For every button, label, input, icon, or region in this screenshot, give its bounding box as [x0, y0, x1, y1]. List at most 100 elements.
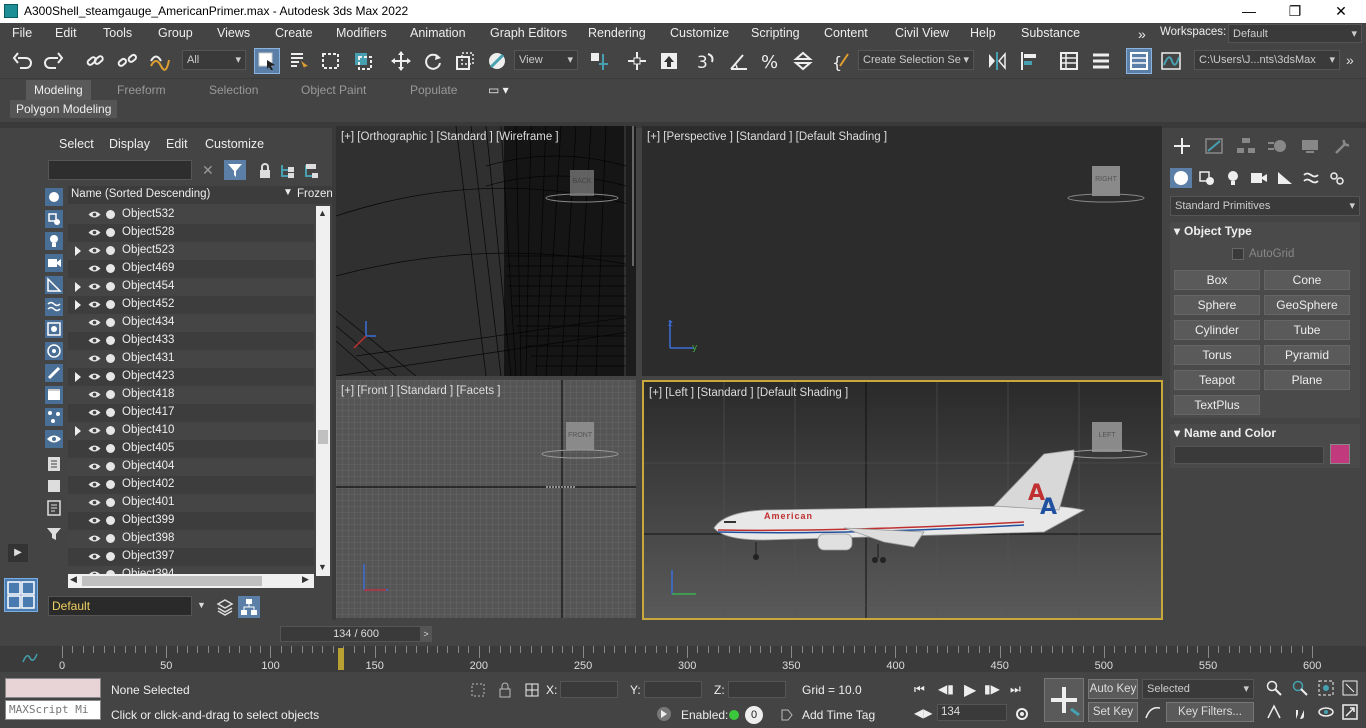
cylinder-button[interactable]: Cylinder	[1174, 320, 1260, 340]
select-object-icon[interactable]	[254, 48, 280, 74]
visibility-eye-icon[interactable]	[88, 462, 101, 471]
unlink-icon[interactable]	[114, 48, 140, 74]
viewcube-front-label[interactable]: FRONT	[568, 432, 592, 439]
place-icon[interactable]	[484, 48, 510, 74]
time-configuration-icon[interactable]	[1014, 706, 1030, 722]
selection-filter-dropdown[interactable]: All	[182, 50, 246, 70]
display-lights-icon[interactable]	[45, 232, 63, 250]
name-and-color-rollout-header[interactable]: ▾ Name and Color	[1174, 426, 1360, 446]
pan-view-icon[interactable]	[1292, 704, 1308, 720]
cameras-category-icon[interactable]	[1250, 170, 1268, 186]
sort-by-layer-icon[interactable]	[216, 598, 234, 616]
display-xrefs-icon[interactable]	[45, 342, 63, 360]
project-folder-dropdown[interactable]: C:\Users\J...nts\3dsMax	[1194, 50, 1340, 70]
ribbon-tab-object-paint[interactable]: Object Paint	[301, 83, 366, 97]
zoom-icon[interactable]	[1266, 680, 1282, 696]
maxscript-listener-pink[interactable]	[5, 678, 101, 698]
render-toggle-icon[interactable]	[106, 264, 115, 273]
align-icon[interactable]	[1016, 48, 1042, 74]
auto-key-button[interactable]: Auto Key	[1088, 679, 1138, 699]
list-item[interactable]: Object397	[68, 548, 314, 566]
explorer-menu-select[interactable]: Select	[59, 137, 94, 151]
list-item[interactable]: Object528	[68, 224, 314, 242]
undo-icon[interactable]	[10, 48, 36, 74]
modify-tab-icon[interactable]	[1202, 136, 1226, 156]
display-space-warps-icon[interactable]	[45, 298, 63, 316]
percent-snap-icon[interactable]: %	[758, 48, 784, 74]
display-influences-icon[interactable]	[46, 478, 62, 494]
visibility-eye-icon[interactable]	[88, 516, 101, 525]
geometry-category-icon[interactable]	[1170, 168, 1192, 188]
cone-button[interactable]: Cone	[1264, 270, 1350, 290]
overflow-chevron-icon[interactable]: »	[1138, 26, 1146, 42]
explorer-menu-display[interactable]: Display	[109, 137, 150, 151]
sphere-button[interactable]: Sphere	[1174, 295, 1260, 315]
box-button[interactable]: Box	[1174, 270, 1260, 290]
list-item[interactable]: Object401	[68, 494, 314, 512]
absolute-mode-icon[interactable]	[524, 682, 540, 698]
zoom-all-icon[interactable]	[1292, 680, 1308, 696]
object-type-rollout-header[interactable]: ▾ Object Type	[1174, 224, 1360, 244]
viewcube-back-label[interactable]: BACK	[572, 178, 592, 185]
hierarchy-tab-icon[interactable]	[1234, 136, 1258, 156]
explorer-menu-edit[interactable]: Edit	[166, 137, 188, 151]
column-header[interactable]: Name (Sorted Descending) ▼ Frozen	[68, 186, 333, 204]
visibility-eye-icon[interactable]	[88, 228, 101, 237]
ribbon-tab-freeform[interactable]: Freeform	[117, 83, 166, 97]
reference-coordinate-dropdown[interactable]: View	[514, 50, 578, 70]
ribbon-tab-selection[interactable]: Selection	[209, 83, 258, 97]
object-color-swatch[interactable]	[1330, 444, 1350, 464]
viewport-label-front[interactable]: [+] [Front ] [Standard ] [Facets ]	[341, 385, 500, 397]
expand-arrow-icon[interactable]	[75, 246, 81, 256]
render-toggle-icon[interactable]	[106, 390, 115, 399]
viewport-label-perspective[interactable]: [+] [Perspective ] [Standard ] [Default …	[647, 131, 887, 143]
viewcube-left-label[interactable]: LEFT	[1095, 432, 1119, 439]
clear-search-icon[interactable]: ✕	[202, 162, 214, 179]
torus-button[interactable]: Torus	[1174, 345, 1260, 365]
display-tab-icon[interactable]	[1298, 136, 1322, 156]
render-toggle-icon[interactable]	[106, 282, 115, 291]
curve-editor-icon[interactable]	[1158, 48, 1184, 74]
plane-button[interactable]: Plane	[1264, 370, 1350, 390]
space-warps-category-icon[interactable]	[1302, 170, 1320, 186]
ribbon-tab-populate[interactable]: Populate	[410, 83, 457, 97]
render-toggle-icon[interactable]	[106, 480, 115, 489]
viewport-label-left[interactable]: [+] [Left ] [Standard ] [Default Shading…	[649, 387, 848, 399]
list-item[interactable]: Object402	[68, 476, 314, 494]
explorer-vertical-scrollbar[interactable]: ▲ ▼	[316, 206, 330, 576]
render-toggle-icon[interactable]	[106, 534, 115, 543]
scene-explorer-toggle-icon[interactable]	[1126, 48, 1152, 74]
list-item[interactable]: Object418	[68, 386, 314, 404]
viewport-label-orthographic[interactable]: [+] [Orthographic ] [Standard ] [Wirefra…	[341, 131, 559, 143]
visibility-eye-icon[interactable]	[88, 444, 101, 453]
menu-animation[interactable]: Animation	[410, 26, 466, 40]
expand-arrow-icon[interactable]	[75, 426, 81, 436]
render-toggle-icon[interactable]	[106, 372, 115, 381]
display-shapes-icon[interactable]	[45, 210, 63, 228]
y-coordinate-input[interactable]	[644, 681, 702, 698]
next-key-icon[interactable]: ▮▶	[984, 682, 1000, 696]
display-dependencies-icon[interactable]	[46, 500, 62, 516]
menu-modifiers[interactable]: Modifiers	[336, 26, 387, 40]
render-toggle-icon[interactable]	[106, 336, 115, 345]
menu-scripting[interactable]: Scripting	[751, 26, 800, 40]
list-item[interactable]: Object433	[68, 332, 314, 350]
shapes-category-icon[interactable]	[1198, 170, 1216, 186]
primitive-category-dropdown[interactable]: Standard Primitives	[1170, 196, 1360, 216]
x-coordinate-input[interactable]	[560, 681, 618, 698]
visibility-eye-icon[interactable]	[88, 408, 101, 417]
play-icon[interactable]: ▶	[964, 680, 976, 700]
close-button[interactable]: ✕	[1318, 0, 1364, 23]
list-item[interactable]: Object405	[68, 440, 314, 458]
toggle-ribbon-icon[interactable]	[1088, 48, 1114, 74]
current-time-marker[interactable]	[338, 648, 345, 670]
redo-icon[interactable]	[40, 48, 66, 74]
list-item[interactable]: Object423	[68, 368, 314, 386]
list-item[interactable]: Object431	[68, 350, 314, 368]
sort-by-hierarchy-icon[interactable]	[238, 596, 260, 618]
lock-icon[interactable]	[258, 163, 272, 179]
pyramid-button[interactable]: Pyramid	[1264, 345, 1350, 365]
workspaces-dropdown[interactable]: Default	[1228, 24, 1362, 43]
menu-content[interactable]: Content	[824, 26, 868, 40]
utilities-tab-icon[interactable]	[1330, 136, 1354, 156]
